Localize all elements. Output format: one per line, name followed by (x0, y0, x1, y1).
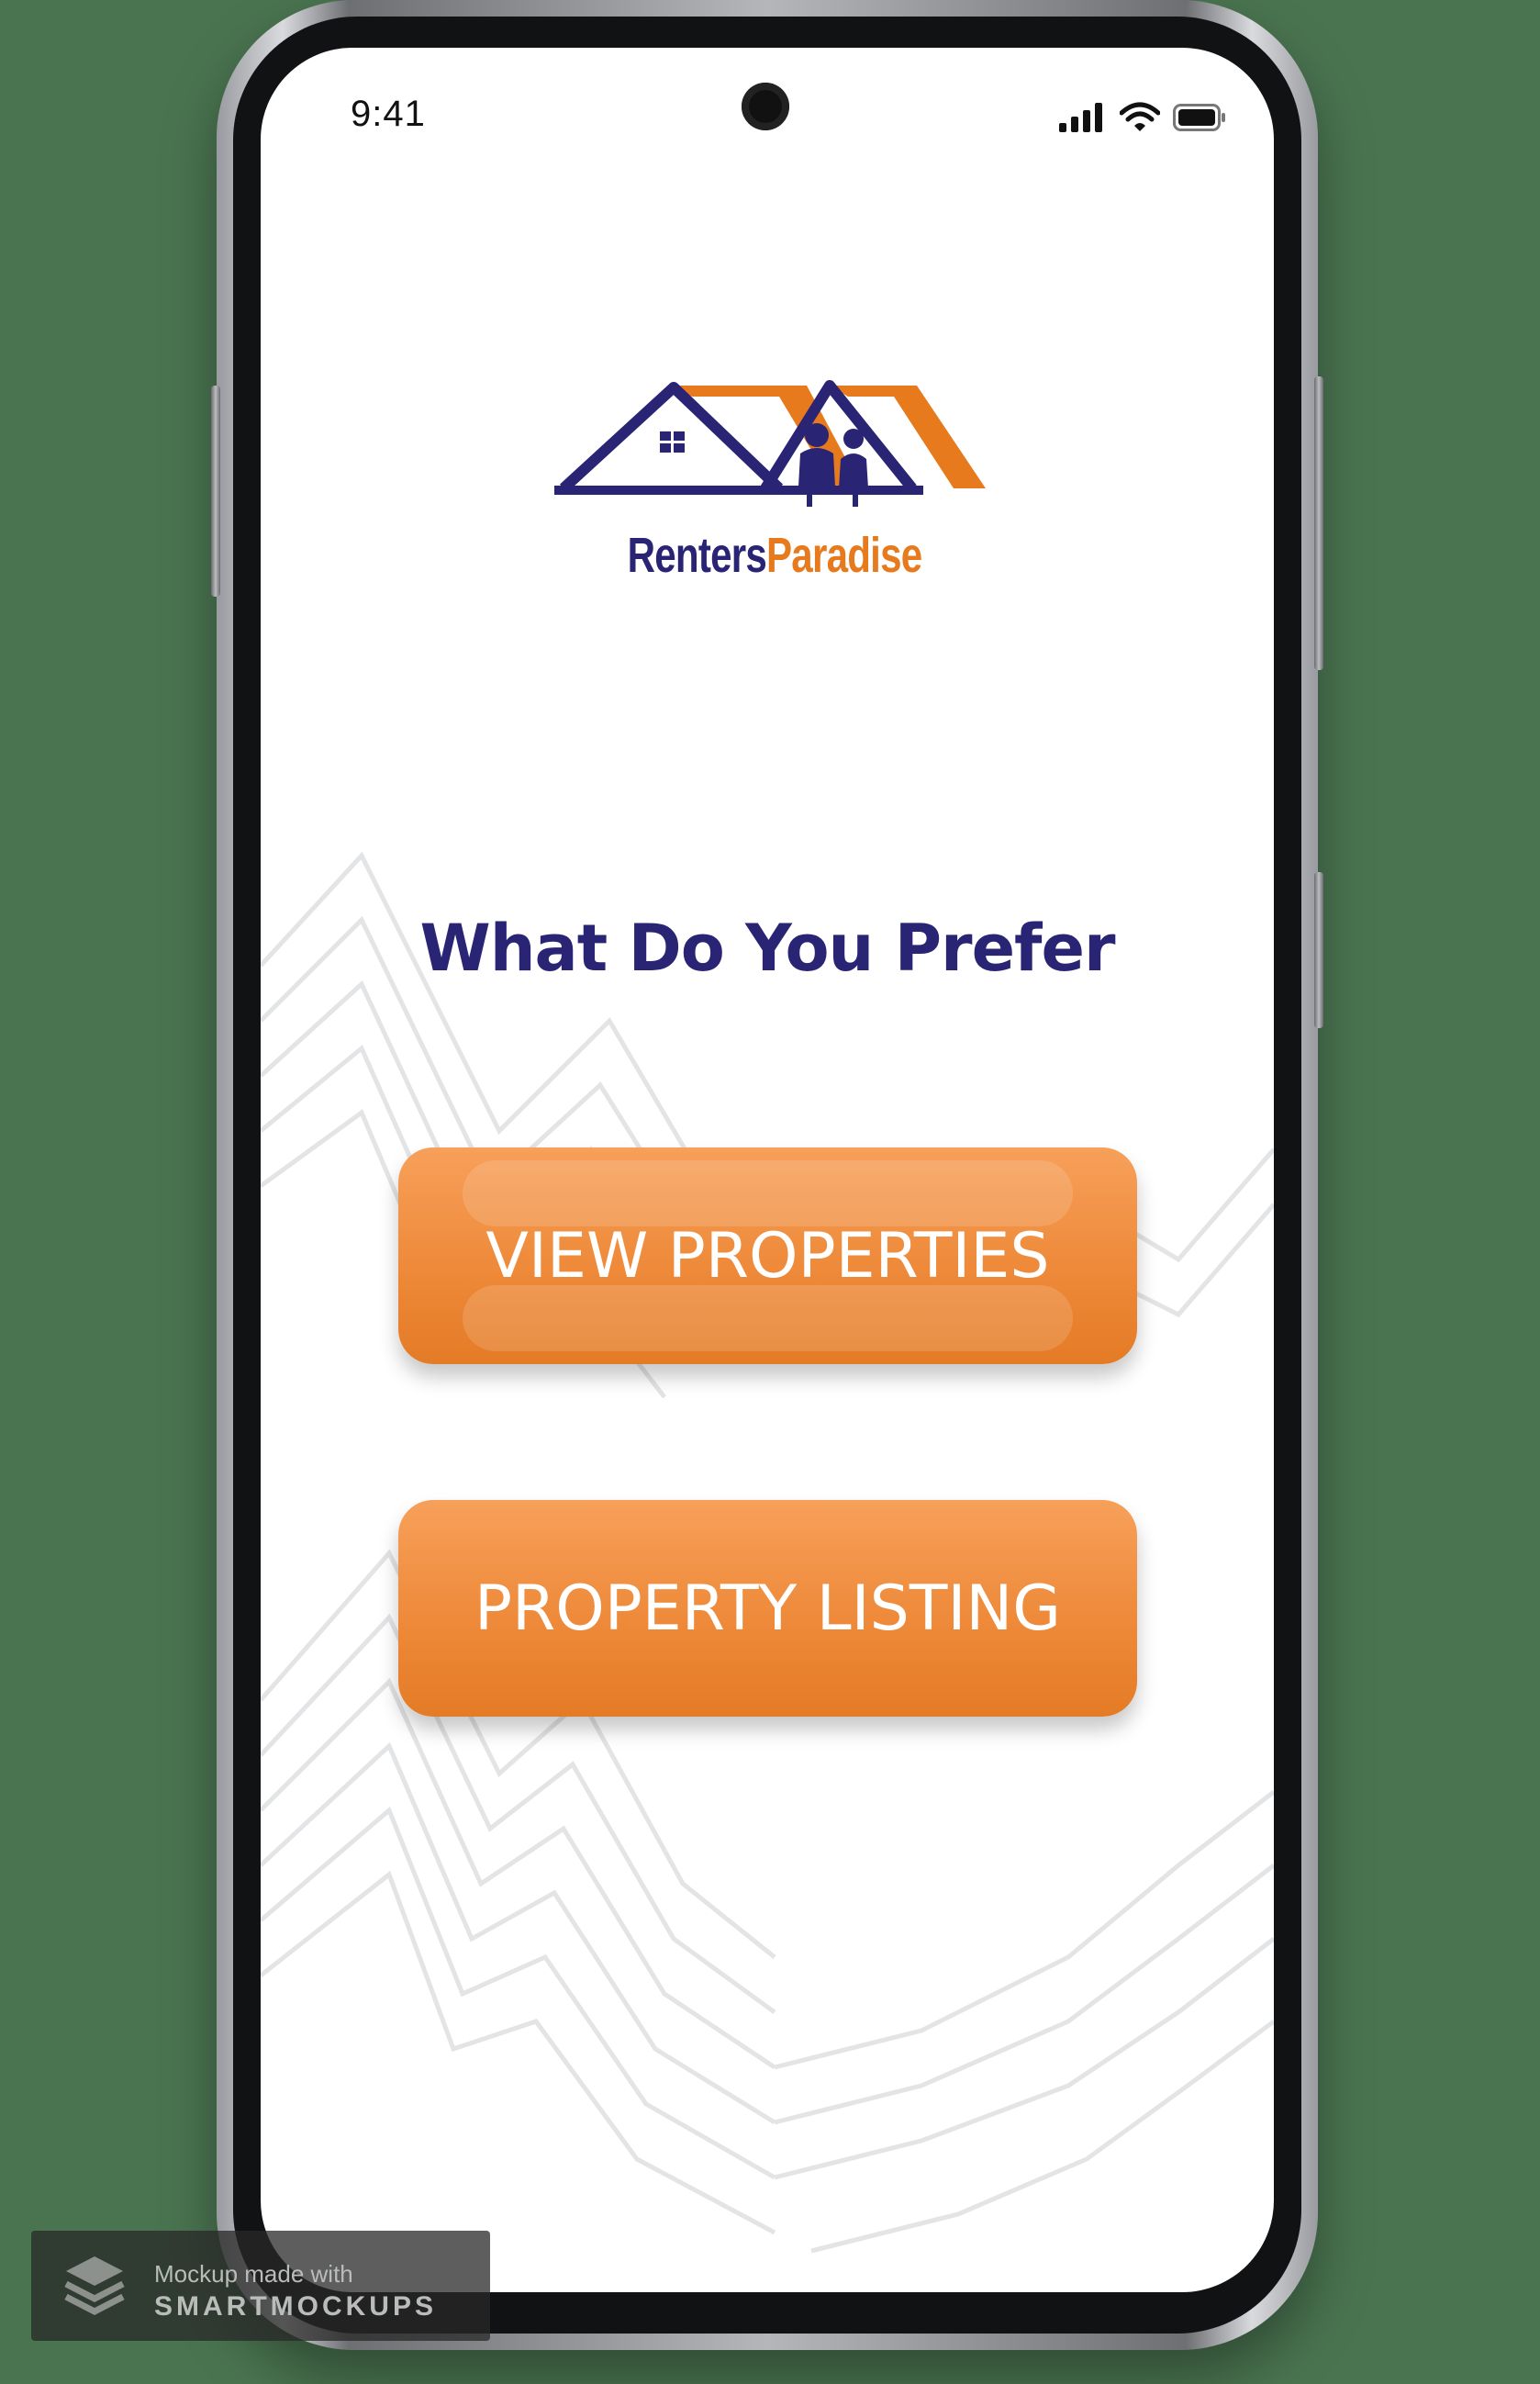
logo-houses-icon (554, 380, 986, 507)
page-title: What Do You Prefer (419, 911, 1116, 986)
property-listing-label: PROPERTY LISTING (474, 1572, 1061, 1645)
status-icons (1059, 101, 1226, 134)
view-properties-label: VIEW PROPERTIES (485, 1219, 1050, 1293)
wifi-icon (1120, 102, 1160, 131)
volume-button (211, 386, 220, 597)
renters-paradise-logo: RentersParadise (545, 378, 1004, 599)
front-camera (742, 83, 789, 130)
side-key (1314, 872, 1323, 1028)
logo-text-paradise: Paradise (765, 528, 922, 583)
battery-icon (1173, 104, 1225, 131)
power-button (1314, 376, 1323, 670)
property-listing-button[interactable]: PROPERTY LISTING (398, 1500, 1137, 1717)
button-gloss (463, 1285, 1073, 1351)
status-time: 9:41 (351, 94, 426, 134)
view-properties-button[interactable]: VIEW PROPERTIES (398, 1147, 1137, 1364)
button-gloss (463, 1160, 1073, 1226)
mockup-watermark: Mockup made with SMARTMOCKUPS (31, 2231, 490, 2341)
app-screen: 9:41 RentersParadise What Do You Prefer … (261, 48, 1274, 2292)
logo-wordmark: RentersParadise (596, 527, 954, 584)
layers-icon (64, 2256, 125, 2315)
watermark-caption: Mockup made with (154, 2260, 353, 2288)
logo-text-renters: Renters (627, 528, 767, 583)
phone-frame: 9:41 RentersParadise What Do You Prefer … (211, 0, 1323, 2350)
watermark-brand: SMARTMOCKUPS (154, 2291, 437, 2322)
status-bar: 9:41 (261, 48, 1274, 176)
signal-icon (1059, 103, 1102, 132)
